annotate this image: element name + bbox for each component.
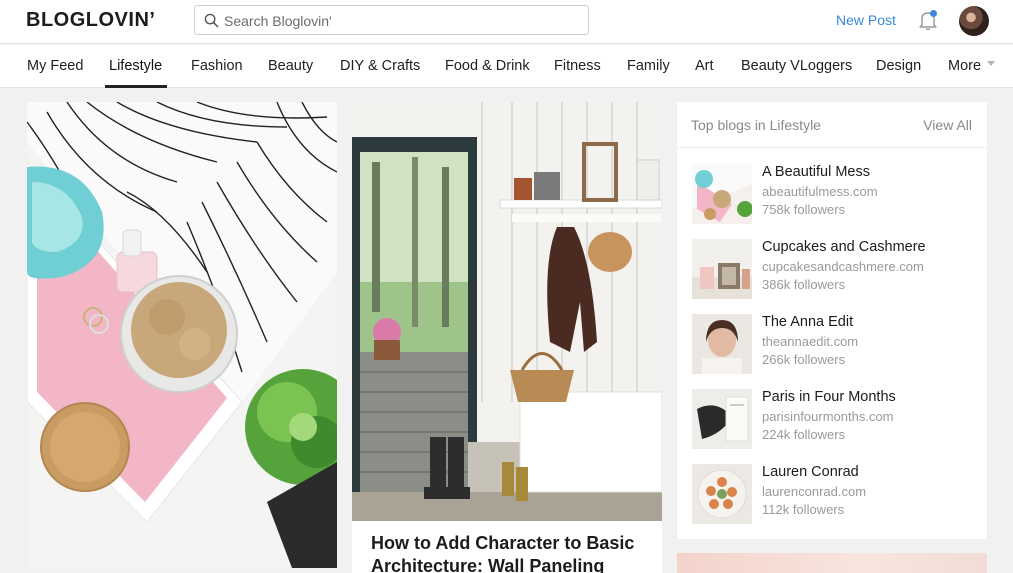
bloglovin-logo[interactable]: BLOGLOVIN’ — [26, 9, 155, 32]
search-icon — [204, 13, 219, 28]
blog-name: Lauren Conrad — [762, 464, 859, 480]
blog-thumbnail — [692, 314, 752, 374]
blog-followers: 758k followers — [762, 202, 846, 217]
blog-name: The Anna Edit — [762, 314, 854, 330]
blog-list-item[interactable]: A Beautiful Mess abeautifulmess.com 758k… — [692, 164, 982, 226]
more-caret-icon — [987, 61, 995, 66]
user-avatar[interactable] — [959, 6, 989, 36]
top-blogs-header: Top blogs in Lifestyle View All — [677, 102, 987, 148]
top-blogs-panel: Top blogs in Lifestyle View All A Beauti… — [677, 102, 987, 539]
post-title[interactable]: How to Add Character to Basic Architectu… — [371, 532, 651, 573]
nav-item-fitness[interactable]: Fitness — [554, 58, 601, 74]
feed-card[interactable] — [27, 102, 337, 568]
category-nav: My Feed Lifestyle Fashion Beauty DIY & C… — [0, 45, 1013, 88]
nav-item-beauty[interactable]: Beauty — [268, 58, 313, 74]
nav-item-my-feed[interactable]: My Feed — [27, 58, 83, 74]
blog-followers: 266k followers — [762, 352, 846, 367]
search-input[interactable] — [224, 11, 574, 31]
nav-item-family[interactable]: Family — [627, 58, 670, 74]
notifications-button[interactable] — [917, 9, 939, 31]
new-post-link[interactable]: New Post — [836, 12, 896, 28]
nav-item-fashion[interactable]: Fashion — [191, 58, 243, 74]
top-blogs-title: Top blogs in Lifestyle — [691, 117, 821, 133]
nav-item-diy-crafts[interactable]: DIY & Crafts — [340, 58, 420, 74]
blog-list-item[interactable]: Cupcakes and Cashmere cupcakesandcashmer… — [692, 239, 982, 301]
notification-dot — [930, 10, 937, 17]
top-header: BLOGLOVIN’ New Post — [0, 0, 1013, 44]
blog-name: A Beautiful Mess — [762, 164, 870, 180]
blog-followers: 386k followers — [762, 277, 846, 292]
blog-list-item[interactable]: The Anna Edit theannaedit.com 266k follo… — [692, 314, 982, 376]
blog-url: laurenconrad.com — [762, 484, 867, 499]
blog-followers: 224k followers — [762, 427, 846, 442]
blog-url: theannaedit.com — [762, 334, 859, 349]
pink-tray-flatlay-image — [27, 102, 337, 568]
nav-item-art[interactable]: Art — [695, 58, 714, 74]
blog-thumbnail — [692, 389, 752, 449]
nav-item-more[interactable]: More — [948, 58, 981, 74]
nav-item-lifestyle[interactable]: Lifestyle — [109, 58, 162, 74]
nav-item-beauty-vloggers[interactable]: Beauty VLoggers — [741, 58, 852, 74]
active-tab-indicator — [105, 85, 167, 88]
blog-name: Cupcakes and Cashmere — [762, 239, 926, 255]
feed-card[interactable]: How to Add Character to Basic Architectu… — [352, 102, 662, 573]
feed-card[interactable] — [677, 553, 987, 573]
entryway-wall-paneling-image — [352, 102, 662, 521]
blog-list-item[interactable]: Paris in Four Months parisinfourmonths.c… — [692, 389, 982, 451]
blog-list-item[interactable]: Lauren Conrad laurenconrad.com 112k foll… — [692, 464, 982, 526]
nav-item-design[interactable]: Design — [876, 58, 921, 74]
blog-thumbnail — [692, 464, 752, 524]
blog-url: cupcakesandcashmere.com — [762, 259, 924, 274]
search-box[interactable] — [194, 5, 589, 35]
blog-followers: 112k followers — [762, 502, 845, 517]
nav-item-food-drink[interactable]: Food & Drink — [445, 58, 530, 74]
blog-name: Paris in Four Months — [762, 389, 896, 405]
blog-url: abeautifulmess.com — [762, 184, 878, 199]
view-all-link[interactable]: View All — [923, 117, 972, 133]
blog-thumbnail — [692, 164, 752, 224]
blog-url: parisinfourmonths.com — [762, 409, 894, 424]
blog-thumbnail — [692, 239, 752, 299]
